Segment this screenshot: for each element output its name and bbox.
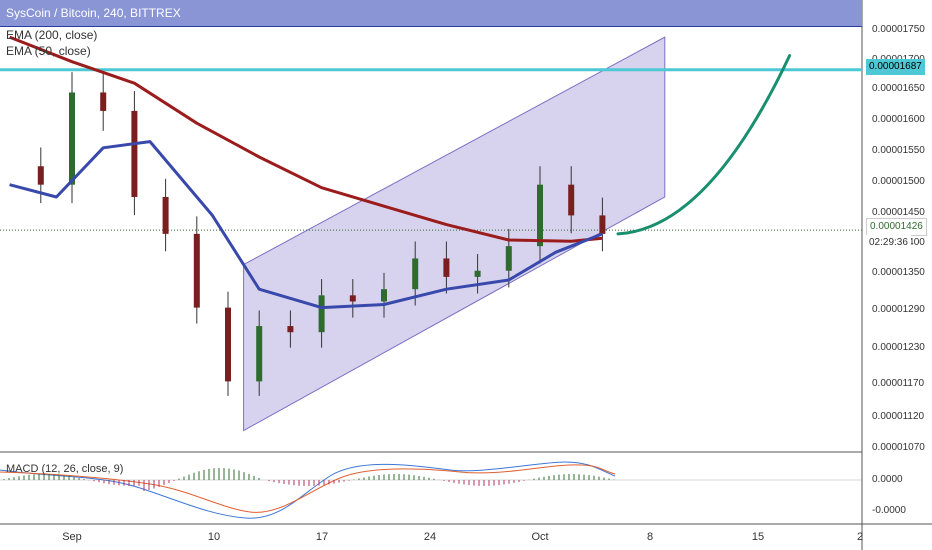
price-tick: 0.00001750 xyxy=(872,24,925,35)
candle-body xyxy=(318,295,325,333)
candle-body xyxy=(37,166,44,185)
price-tick: 0.00001500 xyxy=(872,176,925,187)
time-tick: 2 xyxy=(856,531,864,543)
candle-body xyxy=(412,258,419,290)
resistance-price-tag: 0.00001687 xyxy=(866,59,925,75)
ema200-legend[interactable]: EMA (200, close) xyxy=(6,28,97,42)
ema50-legend[interactable]: EMA (50, close) xyxy=(6,44,91,58)
candle-body xyxy=(193,233,200,308)
time-tick: 10 xyxy=(207,531,221,543)
time-tick: 24 xyxy=(423,531,437,543)
time-tick: 8 xyxy=(646,531,654,543)
candle-body xyxy=(505,246,512,271)
candle-body xyxy=(349,295,356,302)
price-tick: 0.00001350 xyxy=(872,267,925,278)
candle-body xyxy=(69,92,75,185)
price-tick: 0.00001230 xyxy=(872,342,925,353)
time-tick: 17 xyxy=(315,531,329,543)
candle-body xyxy=(443,258,450,277)
countdown-tag: 02:29:36 xyxy=(866,235,911,251)
price-tick: 0.00001120 xyxy=(872,411,925,422)
price-tick: 0.00001550 xyxy=(872,145,925,156)
time-tick: Sep xyxy=(62,531,82,543)
candle-body xyxy=(474,270,481,277)
candle-body xyxy=(225,307,231,382)
candle-body xyxy=(287,326,294,333)
candle-body xyxy=(599,215,606,234)
candle-body xyxy=(381,289,387,302)
price-tick: 0.00001070 xyxy=(872,442,925,453)
time-tick: 15 xyxy=(751,531,765,543)
price-tick: 0.00001290 xyxy=(872,304,925,315)
price-tick: 0.00001170 xyxy=(872,378,925,389)
candle-body xyxy=(537,184,543,247)
candle-body xyxy=(131,110,138,197)
macd-tick: -0.0000 xyxy=(872,505,906,516)
last-price-tag: 0.00001426 xyxy=(866,218,927,236)
candle-body xyxy=(568,184,575,216)
macd-legend[interactable]: MACD (12, 26, close, 9) xyxy=(6,463,123,475)
price-chart[interactable] xyxy=(0,0,932,550)
candle-body xyxy=(162,196,169,234)
time-tick: Oct xyxy=(531,531,549,543)
price-tick: 0.00001600 xyxy=(872,114,925,125)
price-tick: 0.00001450 xyxy=(872,207,925,218)
price-tick: 0.00001650 xyxy=(872,83,925,94)
macd-tick: 0.0000 xyxy=(872,474,903,485)
chart-title: SysCoin / Bitcoin, 240, BITTREX xyxy=(6,6,181,20)
candle-body xyxy=(100,92,107,111)
candle-body xyxy=(256,326,263,382)
